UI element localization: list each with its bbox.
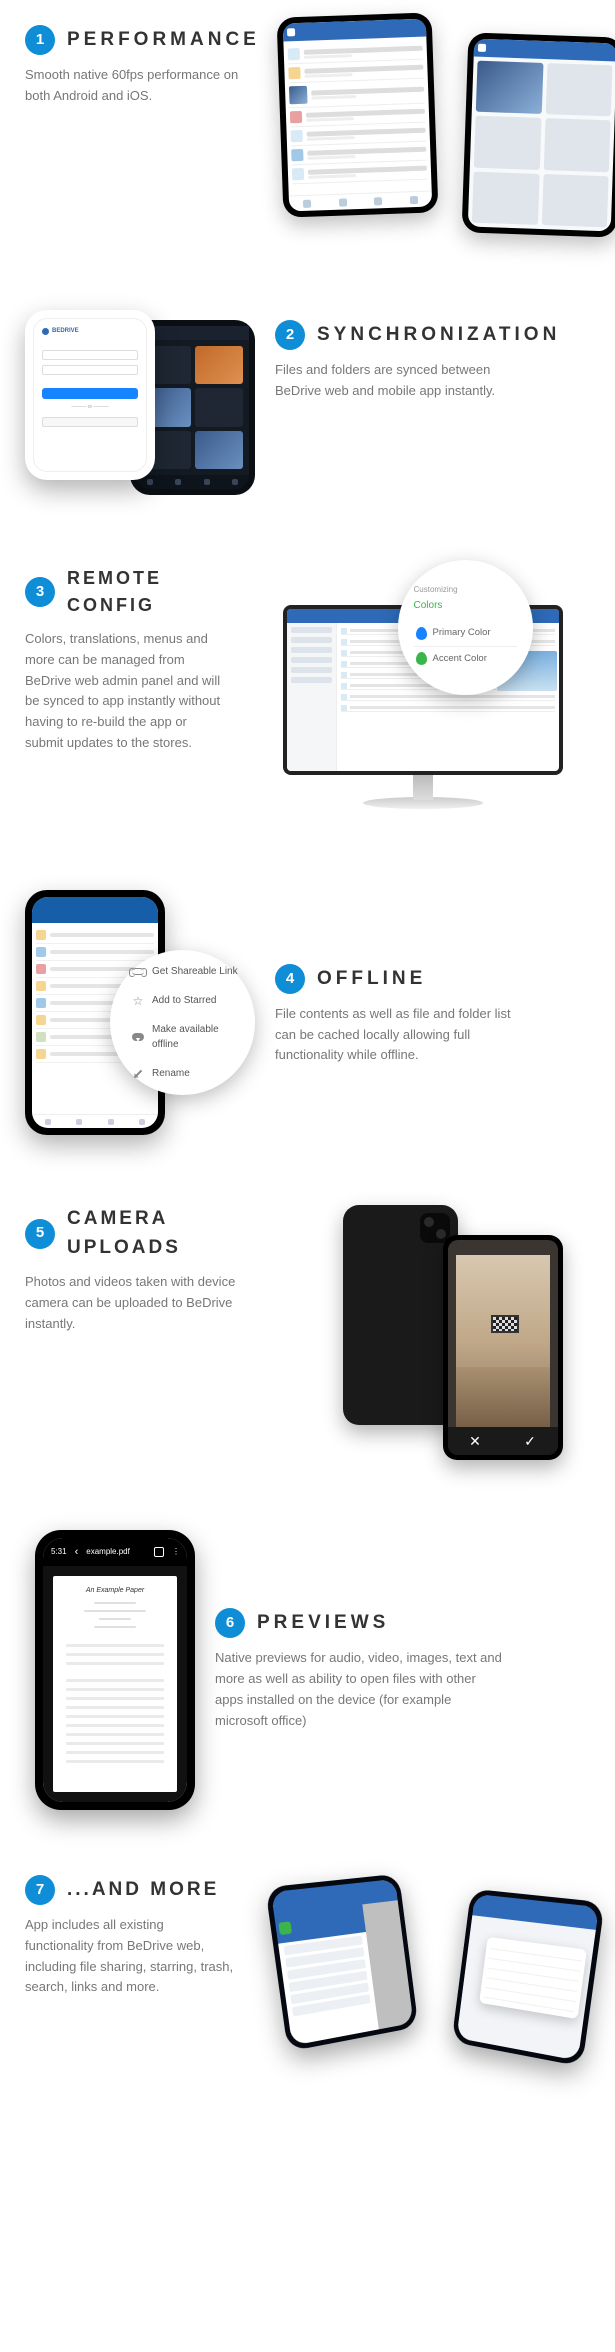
- phone-back: [461, 32, 615, 237]
- feature-camera: 5 CAMERA UPLOADS Photos and videos taken…: [0, 1180, 615, 1505]
- preview-filename: example.pdf: [86, 1546, 146, 1558]
- social-login[interactable]: [42, 417, 138, 427]
- offline-row[interactable]: Make available offline: [132, 1015, 241, 1059]
- phone-light: BEDRIVE ――― or ―――: [25, 310, 155, 480]
- feature-number: 7: [25, 1875, 55, 1905]
- context-menu[interactable]: [479, 1937, 587, 2019]
- camera-module-icon: [420, 1213, 450, 1243]
- app-logo: BEDRIVE: [42, 327, 138, 336]
- feature-title: PERFORMANCE: [67, 26, 260, 55]
- phones-mockup: [280, 25, 615, 245]
- feature-performance: 1 PERFORMANCE Smooth native 60fps perfor…: [0, 0, 615, 285]
- feature-text: 3 REMOTE CONFIG Colors, translations, me…: [25, 565, 225, 754]
- feature-number: 6: [215, 1608, 245, 1638]
- feature-number: 5: [25, 1219, 55, 1249]
- zoom-detail: Get Shareable Link ☆Add to Starred Make …: [110, 950, 255, 1095]
- feature-title: ...AND MORE: [67, 1876, 219, 1905]
- link-icon: [132, 966, 144, 978]
- phone-left: [265, 1874, 418, 2052]
- feature-desc: Colors, translations, menus and more can…: [25, 629, 225, 754]
- phone-front: [276, 12, 438, 217]
- menu-icon[interactable]: ⋮: [172, 1546, 179, 1558]
- primary-color-row[interactable]: Primary Color: [414, 621, 517, 645]
- feature-number: 1: [25, 25, 55, 55]
- feature-text: 4 OFFLINE File contents as well as file …: [275, 964, 590, 1066]
- phones-mockup: ✕ ✓: [305, 1205, 590, 1465]
- phone-front: ✕ ✓: [443, 1235, 563, 1460]
- cancel-icon[interactable]: ✕: [469, 1431, 481, 1452]
- feature-desc: Photos and videos taken with device came…: [25, 1272, 275, 1334]
- zoom-detail: Customizing Colors Primary Color Accent …: [398, 560, 533, 695]
- feature-text: 6 PREVIEWS Native previews for audio, vi…: [215, 1608, 590, 1731]
- cloud-download-icon: [132, 1031, 144, 1043]
- feature-remote-config: 3 REMOTE CONFIG Colors, translations, me…: [0, 540, 615, 865]
- rename-row[interactable]: Rename: [132, 1059, 241, 1088]
- phone-right: [452, 1889, 605, 2067]
- feature-desc: File contents as well as file and folder…: [275, 1004, 535, 1066]
- feature-desc: Native previews for audio, video, images…: [215, 1648, 505, 1731]
- time-label: 5:31: [51, 1546, 67, 1558]
- share-icon[interactable]: [154, 1547, 164, 1557]
- phone-mockup: 5:31 ‹ example.pdf ⋮ An Example Paper: [35, 1530, 195, 1810]
- phone-mockup: Get Shareable Link ☆Add to Starred Make …: [25, 890, 255, 1140]
- feature-desc: App includes all existing functionality …: [25, 1915, 235, 1998]
- colors-label: Colors: [414, 598, 517, 613]
- star-icon: ☆: [132, 995, 144, 1007]
- feature-text: 1 PERFORMANCE Smooth native 60fps perfor…: [25, 25, 260, 107]
- back-icon[interactable]: ‹: [75, 1544, 79, 1561]
- add-starred-row[interactable]: ☆Add to Starred: [132, 986, 241, 1015]
- feature-text: 5 CAMERA UPLOADS Photos and videos taken…: [25, 1205, 285, 1334]
- login-button[interactable]: [42, 388, 138, 399]
- feature-number: 4: [275, 964, 305, 994]
- phones-mockup: [255, 1875, 595, 2065]
- photo-preview: [456, 1255, 550, 1427]
- feature-text: 7 ...AND MORE App includes all existing …: [25, 1875, 235, 1998]
- feature-title: REMOTE CONFIG: [67, 565, 225, 619]
- feature-title: OFFLINE: [317, 965, 426, 994]
- accent-color-row[interactable]: Accent Color: [414, 646, 517, 671]
- password-field[interactable]: [42, 365, 138, 375]
- feature-sync: BEDRIVE ――― or ――― 2 SYNCHRONIZATION Fil…: [0, 285, 615, 540]
- confirm-icon[interactable]: ✓: [524, 1431, 536, 1452]
- feature-number: 3: [25, 577, 55, 607]
- phone-back: [343, 1205, 458, 1425]
- pdf-page: An Example Paper: [53, 1576, 177, 1792]
- feature-more: 7 ...AND MORE App includes all existing …: [0, 1850, 615, 2105]
- feature-text: 2 SYNCHRONIZATION Files and folders are …: [275, 310, 590, 402]
- feature-title: SYNCHRONIZATION: [317, 321, 560, 350]
- checker-icon: [491, 1315, 519, 1333]
- feature-desc: Smooth native 60fps performance on both …: [25, 65, 260, 107]
- feature-offline: Get Shareable Link ☆Add to Starred Make …: [0, 865, 615, 1180]
- drop-icon: [416, 627, 427, 640]
- pencil-icon: [132, 1068, 144, 1080]
- monitor-mockup: Customizing Colors Primary Color Accent …: [245, 565, 590, 825]
- feature-title: CAMERA UPLOADS: [67, 1205, 285, 1262]
- feature-previews: 5:31 ‹ example.pdf ⋮ An Example Paper 6 …: [0, 1505, 615, 1850]
- feature-number: 2: [275, 320, 305, 350]
- feature-desc: Files and folders are synced between BeD…: [275, 360, 535, 402]
- phones-mockup: BEDRIVE ――― or ―――: [25, 310, 255, 500]
- doc-title: An Example Paper: [63, 1586, 167, 1597]
- drop-icon: [416, 652, 427, 665]
- share-link-row[interactable]: Get Shareable Link: [132, 957, 241, 986]
- feature-title: PREVIEWS: [257, 1609, 389, 1638]
- email-field[interactable]: [42, 350, 138, 360]
- customizing-label: Customizing: [414, 584, 517, 596]
